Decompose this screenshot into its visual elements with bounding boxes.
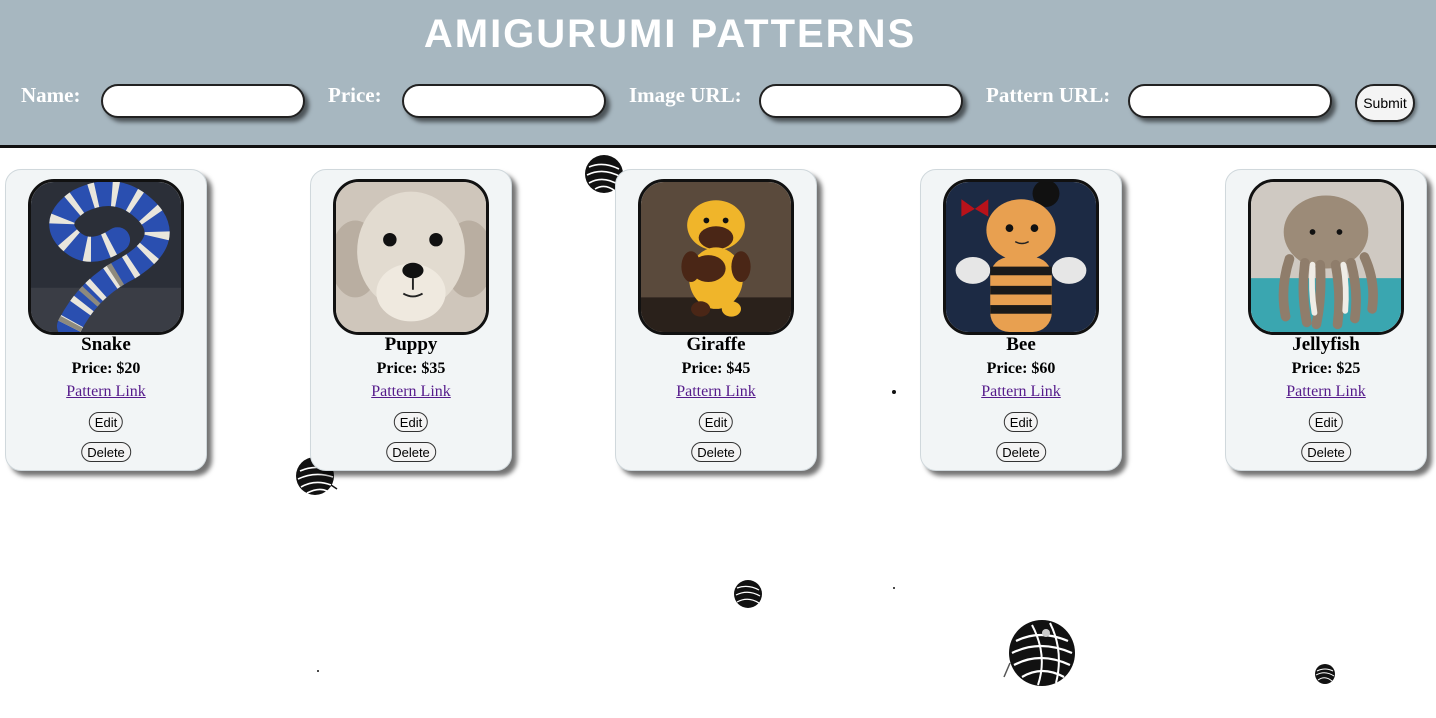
pattern-link[interactable]: Pattern Link — [921, 383, 1121, 401]
jellyfish-image-icon — [1251, 182, 1401, 332]
bee-image-icon — [946, 182, 1096, 332]
speck-decoration — [892, 390, 896, 394]
pattern-card: Giraffe Price: $45 Pattern Link Edit Del… — [615, 169, 817, 471]
price-input[interactable] — [402, 84, 606, 118]
card-image — [333, 179, 489, 335]
price-label: Price: — [328, 83, 382, 107]
card-price: Price: $60 — [986, 360, 1056, 377]
card-image — [943, 179, 1099, 335]
delete-button[interactable]: Delete — [996, 442, 1046, 462]
pattern-link[interactable]: Pattern Link — [1226, 383, 1426, 401]
snake-image-icon — [31, 182, 181, 332]
pattern-link[interactable]: Pattern Link — [311, 383, 511, 401]
speck-decoration — [317, 670, 319, 672]
pattern-url-label: Pattern URL: — [986, 83, 1111, 107]
card-image — [1248, 179, 1404, 335]
puppy-image-icon — [336, 182, 486, 332]
giraffe-image-icon — [641, 182, 791, 332]
card-price: Price: $45 — [681, 360, 751, 377]
pattern-card: Snake Price: $20 Pattern Link Edit Delet… — [5, 169, 207, 471]
edit-button[interactable]: Edit — [393, 412, 429, 432]
delete-button[interactable]: Delete — [81, 442, 131, 462]
yarn-ball-icon — [1315, 664, 1335, 684]
delete-button[interactable]: Delete — [386, 442, 436, 462]
card-name: Snake — [81, 334, 131, 355]
card-price: Price: $25 — [1291, 360, 1361, 377]
edit-button[interactable]: Edit — [1308, 412, 1344, 432]
name-label: Name: — [21, 83, 81, 107]
edit-button[interactable]: Edit — [698, 412, 734, 432]
yarn-ball-icon — [734, 580, 762, 608]
pattern-link[interactable]: Pattern Link — [616, 383, 816, 401]
card-image — [28, 179, 184, 335]
name-input[interactable] — [101, 84, 305, 118]
page-title: AMIGURUMI PATTERNS — [423, 12, 917, 56]
submit-button[interactable]: Submit — [1355, 84, 1415, 122]
edit-button[interactable]: Edit — [88, 412, 124, 432]
pattern-card: Bee Price: $60 Pattern Link Edit Delete — [920, 169, 1122, 471]
image-url-label: Image URL: — [629, 83, 742, 107]
pattern-card: Puppy Price: $35 Pattern Link Edit Delet… — [310, 169, 512, 471]
card-price: Price: $35 — [376, 360, 446, 377]
card-name: Giraffe — [686, 334, 746, 355]
pattern-url-input[interactable] — [1128, 84, 1332, 118]
card-image — [638, 179, 794, 335]
card-name: Jellyfish — [1292, 334, 1360, 355]
image-url-input[interactable] — [759, 84, 963, 118]
card-price: Price: $20 — [71, 360, 141, 377]
card-name: Puppy — [384, 334, 438, 355]
site-header: AMIGURUMI PATTERNS Name: Price: Image UR… — [0, 0, 1436, 148]
edit-button[interactable]: Edit — [1003, 412, 1039, 432]
speck-decoration — [893, 587, 895, 589]
pattern-link[interactable]: Pattern Link — [6, 383, 206, 401]
pattern-card: Jellyfish Price: $25 Pattern Link Edit D… — [1225, 169, 1427, 471]
yarn-ball-icon — [1003, 620, 1075, 686]
delete-button[interactable]: Delete — [1301, 442, 1351, 462]
delete-button[interactable]: Delete — [691, 442, 741, 462]
card-name: Bee — [1006, 334, 1036, 355]
